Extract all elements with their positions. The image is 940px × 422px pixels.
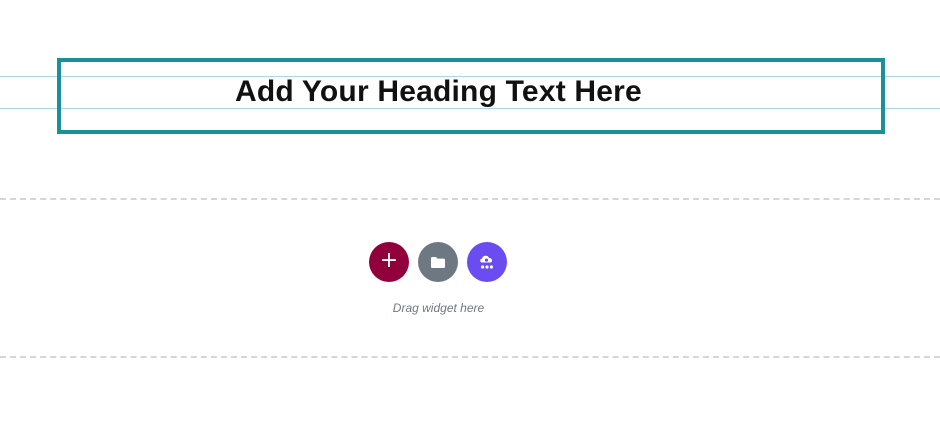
dropzone-top-border: [0, 198, 940, 200]
add-section-button[interactable]: +: [369, 242, 409, 282]
drag-widget-hint: Drag widget here: [392, 301, 485, 315]
ai-cloud-icon: [477, 252, 497, 272]
ai-builder-button[interactable]: [467, 242, 507, 282]
plus-icon: +: [379, 248, 399, 273]
add-template-button[interactable]: [418, 242, 458, 282]
dropzone-bottom-border: [0, 356, 940, 358]
folder-icon: [430, 256, 446, 269]
heading-text[interactable]: Add Your Heading Text Here: [235, 74, 642, 110]
dropzone-actions: +: [369, 242, 507, 282]
